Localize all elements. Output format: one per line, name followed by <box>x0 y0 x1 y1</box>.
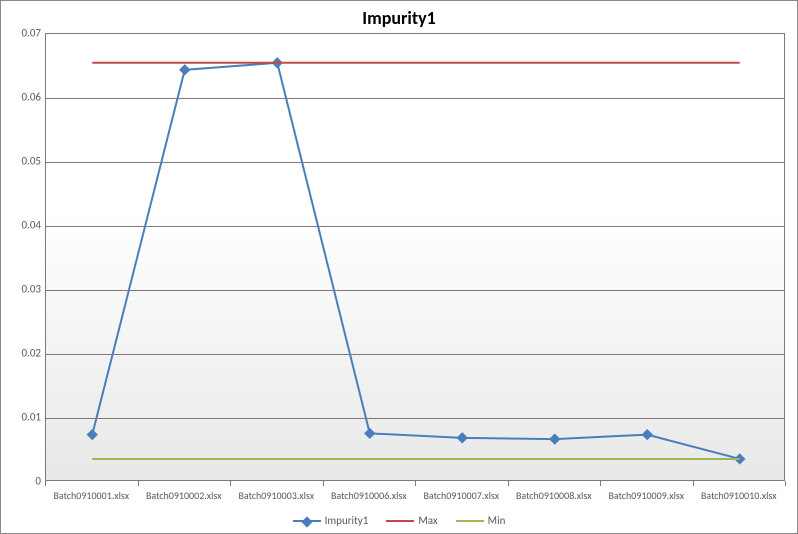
diamond-marker-icon <box>301 516 312 527</box>
data-marker <box>549 433 560 444</box>
y-tick-label: 0.04 <box>1 219 41 232</box>
legend-item: Impurity1 <box>293 514 369 527</box>
gridline <box>46 418 784 419</box>
chart-legend: Impurity1 Max Min <box>1 514 797 527</box>
series-line <box>92 63 740 459</box>
chart-title: Impurity1 <box>1 7 797 29</box>
y-tick-label: 0.07 <box>1 27 41 40</box>
x-tick-mark <box>230 481 231 486</box>
x-tick-label: Batch0910006.xlsx <box>331 489 407 502</box>
plot-area <box>45 33 785 481</box>
data-marker <box>457 432 468 443</box>
chart-svg <box>46 34 784 480</box>
x-tick-label: Batch0910007.xlsx <box>423 489 499 502</box>
x-tick-label: Batch0910009.xlsx <box>608 489 684 502</box>
gridline <box>46 354 784 355</box>
legend-swatch <box>293 520 321 522</box>
x-tick-mark <box>785 481 786 486</box>
y-tick-label: 0 <box>1 475 41 488</box>
legend-label: Max <box>418 514 437 527</box>
x-tick-mark <box>138 481 139 486</box>
gridline <box>46 226 784 227</box>
x-tick-label: Batch0910008.xlsx <box>516 489 592 502</box>
gridline <box>46 290 784 291</box>
y-tick-label: 0.05 <box>1 155 41 168</box>
gridline <box>46 98 784 99</box>
legend-swatch <box>456 520 484 522</box>
legend-swatch <box>386 520 414 522</box>
y-tick-label: 0.06 <box>1 91 41 104</box>
x-tick-mark <box>693 481 694 486</box>
legend-label: Impurity1 <box>325 514 369 527</box>
gridline <box>46 162 784 163</box>
x-tick-label: Batch0910001.xlsx <box>53 489 129 502</box>
y-tick-label: 0.01 <box>1 411 41 424</box>
x-tick-mark <box>415 481 416 486</box>
y-tick-label: 0.03 <box>1 283 41 296</box>
data-marker <box>642 429 653 440</box>
x-tick-mark <box>600 481 601 486</box>
data-marker <box>179 64 190 75</box>
x-tick-label: Batch0910003.xlsx <box>238 489 314 502</box>
chart-container: Impurity1 Impurity1 Max Min 0 0.01 0.02 0.03 0… <box>0 0 798 534</box>
legend-item: Min <box>456 514 506 527</box>
x-tick-label: Batch0910002.xlsx <box>146 489 222 502</box>
x-tick-mark <box>45 481 46 486</box>
legend-label: Min <box>488 514 506 527</box>
x-tick-mark <box>508 481 509 486</box>
x-tick-label: Batch0910010.xlsx <box>701 489 777 502</box>
legend-item: Max <box>386 514 437 527</box>
data-marker <box>364 428 375 439</box>
y-tick-label: 0.02 <box>1 347 41 360</box>
data-marker <box>87 429 98 440</box>
x-tick-mark <box>323 481 324 486</box>
